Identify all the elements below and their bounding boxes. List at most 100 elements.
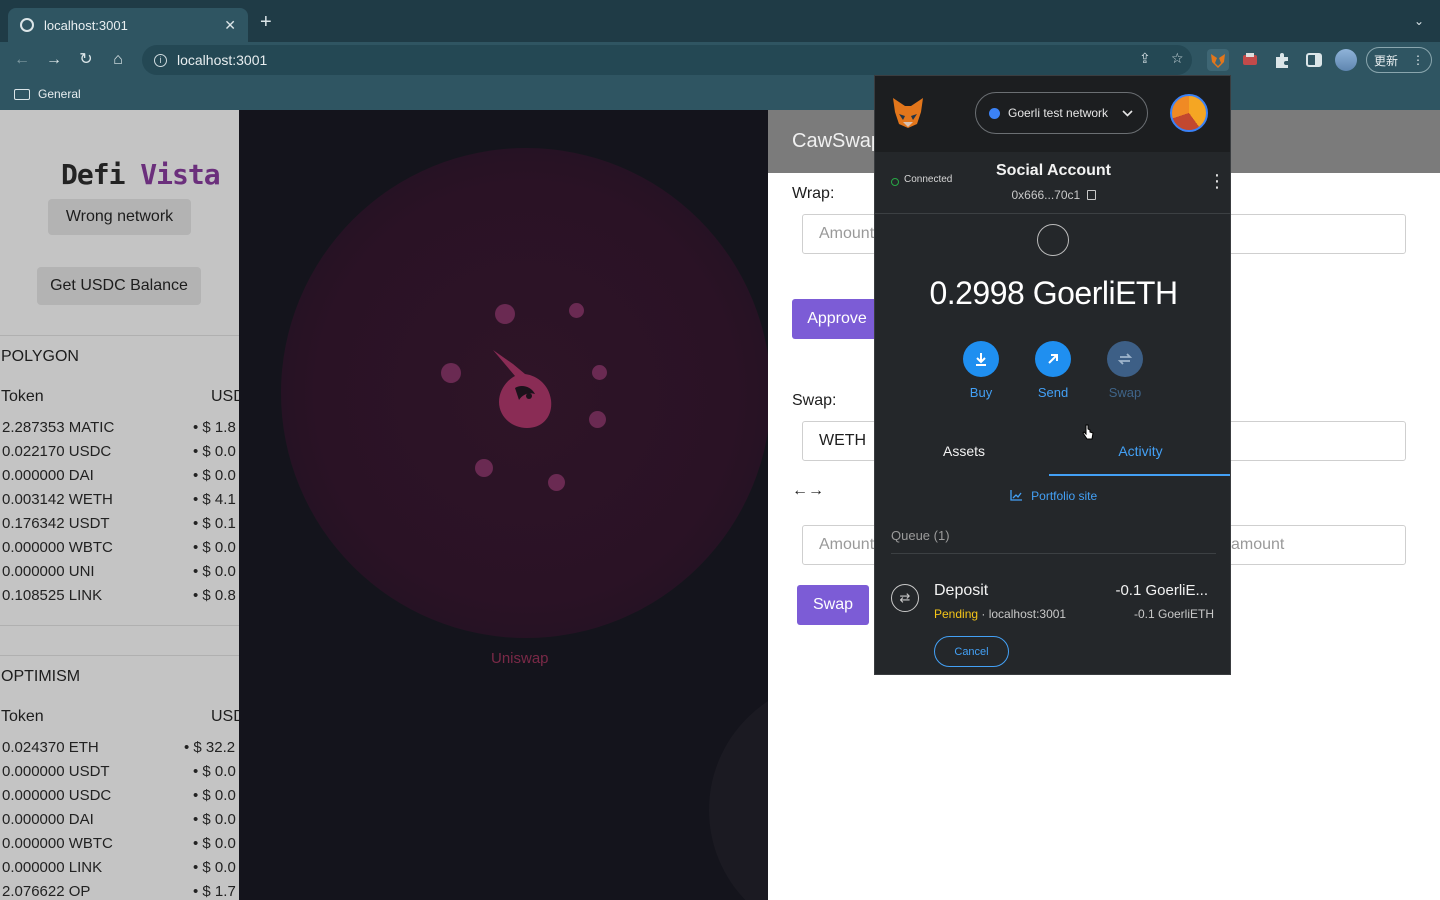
token-amount: 0.108525 LINK [2, 587, 103, 604]
loading-dot [441, 363, 461, 383]
token-amount: 0.176342 USDT [2, 515, 110, 532]
token-amount: 0.024370 ETH [2, 739, 99, 756]
browser-menu-icon[interactable]: ⋮ [1412, 53, 1424, 67]
loading-dot [569, 303, 584, 318]
swap-direction-arrows[interactable]: ←→ [792, 482, 824, 500]
token-row: 0.176342 USDT • $ 0.1 [2, 515, 239, 532]
browser-toolbar: ← → ↻ ⌂ i localhost:3001 ⇪ ☆ 更新 ⋮ [0, 42, 1440, 78]
token-usd-value: • $ 0.0 [193, 859, 236, 876]
bookmark-folder-general[interactable]: General [38, 87, 81, 101]
col-head-usd: USD [211, 388, 239, 405]
transaction-title[interactable]: Deposit [934, 582, 988, 600]
token-amount: 0.000000 DAI [2, 467, 94, 484]
token-amount: 0.000000 UNI [2, 563, 95, 580]
site-info-icon[interactable]: i [154, 53, 167, 67]
home-button[interactable]: ⌂ [107, 49, 129, 71]
account-address[interactable]: 0x666...70c1 [875, 188, 1230, 202]
reload-button[interactable]: ↻ [75, 49, 97, 71]
swap-action[interactable]: Swap [1095, 341, 1155, 400]
account-name[interactable]: Social Account [875, 162, 1230, 180]
wrap-label: Wrap: [792, 185, 835, 202]
extensions-puzzle-icon[interactable] [1271, 49, 1293, 71]
transaction-swap-icon: ⇄ [891, 584, 919, 612]
token-row: 0.000000 UNI • $ 0.0 [2, 563, 239, 580]
tab-activity[interactable]: Activity [1049, 428, 1230, 476]
extension-icon-2[interactable] [1239, 49, 1261, 71]
tab-search-chevron-icon[interactable]: ⌄ [1414, 14, 1424, 28]
loading-dot [589, 411, 606, 428]
token-amount: 2.076622 OP [2, 883, 91, 900]
approve-button[interactable]: Approve [792, 299, 882, 339]
section-title-optimism: OPTIMISM [1, 668, 81, 685]
tab-title: localhost:3001 [44, 17, 128, 33]
browser-tab[interactable]: localhost:3001 ✕ [8, 8, 248, 42]
token-usd-value: • $ 0.0 [193, 811, 236, 828]
transaction-origin: localhost:3001 [988, 607, 1067, 621]
globe-icon [20, 18, 34, 32]
token-usd-value: • $ 1.7 [193, 883, 236, 900]
swap-button[interactable]: Swap [797, 585, 869, 625]
token-row: 0.000000 USDT • $ 0.0 [2, 763, 239, 780]
forward-button[interactable]: → [43, 49, 65, 71]
copy-icon[interactable] [1086, 190, 1096, 200]
account-avatar[interactable] [1170, 94, 1208, 132]
token-usd-value: • $ 0.0 [193, 763, 236, 780]
pending-status: Pending [934, 607, 979, 621]
update-button[interactable]: 更新 ⋮ [1366, 47, 1432, 73]
token-usd-value: • $ 0.1 [193, 515, 236, 532]
token-usd-value: • $ 0.8 [193, 587, 236, 604]
token-amount: 0.000000 WBTC [2, 539, 113, 556]
metamask-fox-icon[interactable] [891, 96, 925, 130]
wrong-network-button[interactable]: Wrong network [48, 199, 191, 235]
token-amount: 2.287353 MATIC [2, 419, 115, 436]
network-name: Goerli test network [1008, 106, 1109, 120]
loading-dot [592, 365, 607, 380]
token-amount: 0.000000 USDT [2, 763, 110, 780]
new-tab-button[interactable]: + [260, 12, 272, 32]
portfolio-site-text: Portfolio site [1031, 489, 1098, 503]
back-button[interactable]: ← [11, 49, 33, 71]
get-usdc-balance-button[interactable]: Get USDC Balance [37, 267, 201, 305]
token-row: 0.108525 LINK • $ 0.8 [2, 587, 239, 604]
buy-action[interactable]: Buy [951, 341, 1011, 400]
token-icon [1037, 224, 1069, 256]
tab-assets[interactable]: Assets [875, 428, 1053, 476]
metamask-tabs: Assets Activity [875, 428, 1230, 478]
profile-avatar[interactable] [1335, 49, 1357, 71]
account-bar: Connected Social Account 0x666...70c1 ⋮ [875, 152, 1230, 214]
token-row: 0.000000 WBTC • $ 0.0 [2, 539, 239, 556]
divider [891, 553, 1216, 554]
uniswap-label: Uniswap [491, 650, 549, 667]
share-icon[interactable]: ⇪ [1139, 50, 1151, 67]
divider [0, 335, 239, 336]
browser-tab-strip: localhost:3001 ✕ + ⌄ [0, 0, 1440, 42]
close-tab-icon[interactable]: ✕ [224, 17, 236, 34]
brand-part1: Defi [61, 158, 125, 191]
portfolio-site-link[interactable]: Portfolio site [875, 489, 1230, 503]
token-usd-value: • $ 0.0 [193, 539, 236, 556]
send-action[interactable]: Send [1023, 341, 1083, 400]
url-text: localhost:3001 [177, 52, 268, 68]
metamask-header: Goerli test network [875, 76, 1230, 152]
brand-logo: Defi Vista [61, 158, 221, 191]
swap-label: Swap: [792, 392, 837, 409]
update-label: 更新 [1373, 53, 1398, 68]
network-selector[interactable]: Goerli test network [975, 92, 1148, 134]
background-arc [709, 680, 768, 900]
side-panel-icon[interactable] [1303, 49, 1325, 71]
token-row: 0.024370 ETH • $ 32.2 [2, 739, 239, 756]
cancel-transaction-button[interactable]: Cancel [934, 636, 1009, 667]
address-bar[interactable]: i localhost:3001 [142, 45, 1192, 75]
account-options-icon[interactable]: ⋮ [1208, 172, 1226, 190]
metamask-extension-icon[interactable] [1207, 49, 1229, 71]
bookmark-star-icon[interactable]: ☆ [1171, 50, 1184, 67]
swap-action-label: Swap [1108, 385, 1142, 400]
loading-dot [548, 474, 565, 491]
token-usd-value: • $ 4.1 [193, 491, 236, 508]
token-usd-value: • $ 0.0 [193, 443, 236, 460]
cawswap-title: CawSwap [792, 130, 883, 152]
swap-amount-input-right[interactable]: amount [1216, 525, 1406, 565]
token-amount: 0.003142 WETH [2, 491, 113, 508]
section-title-polygon: POLYGON [1, 348, 79, 365]
transaction-amount: -0.1 GoerliE... [1115, 582, 1208, 599]
